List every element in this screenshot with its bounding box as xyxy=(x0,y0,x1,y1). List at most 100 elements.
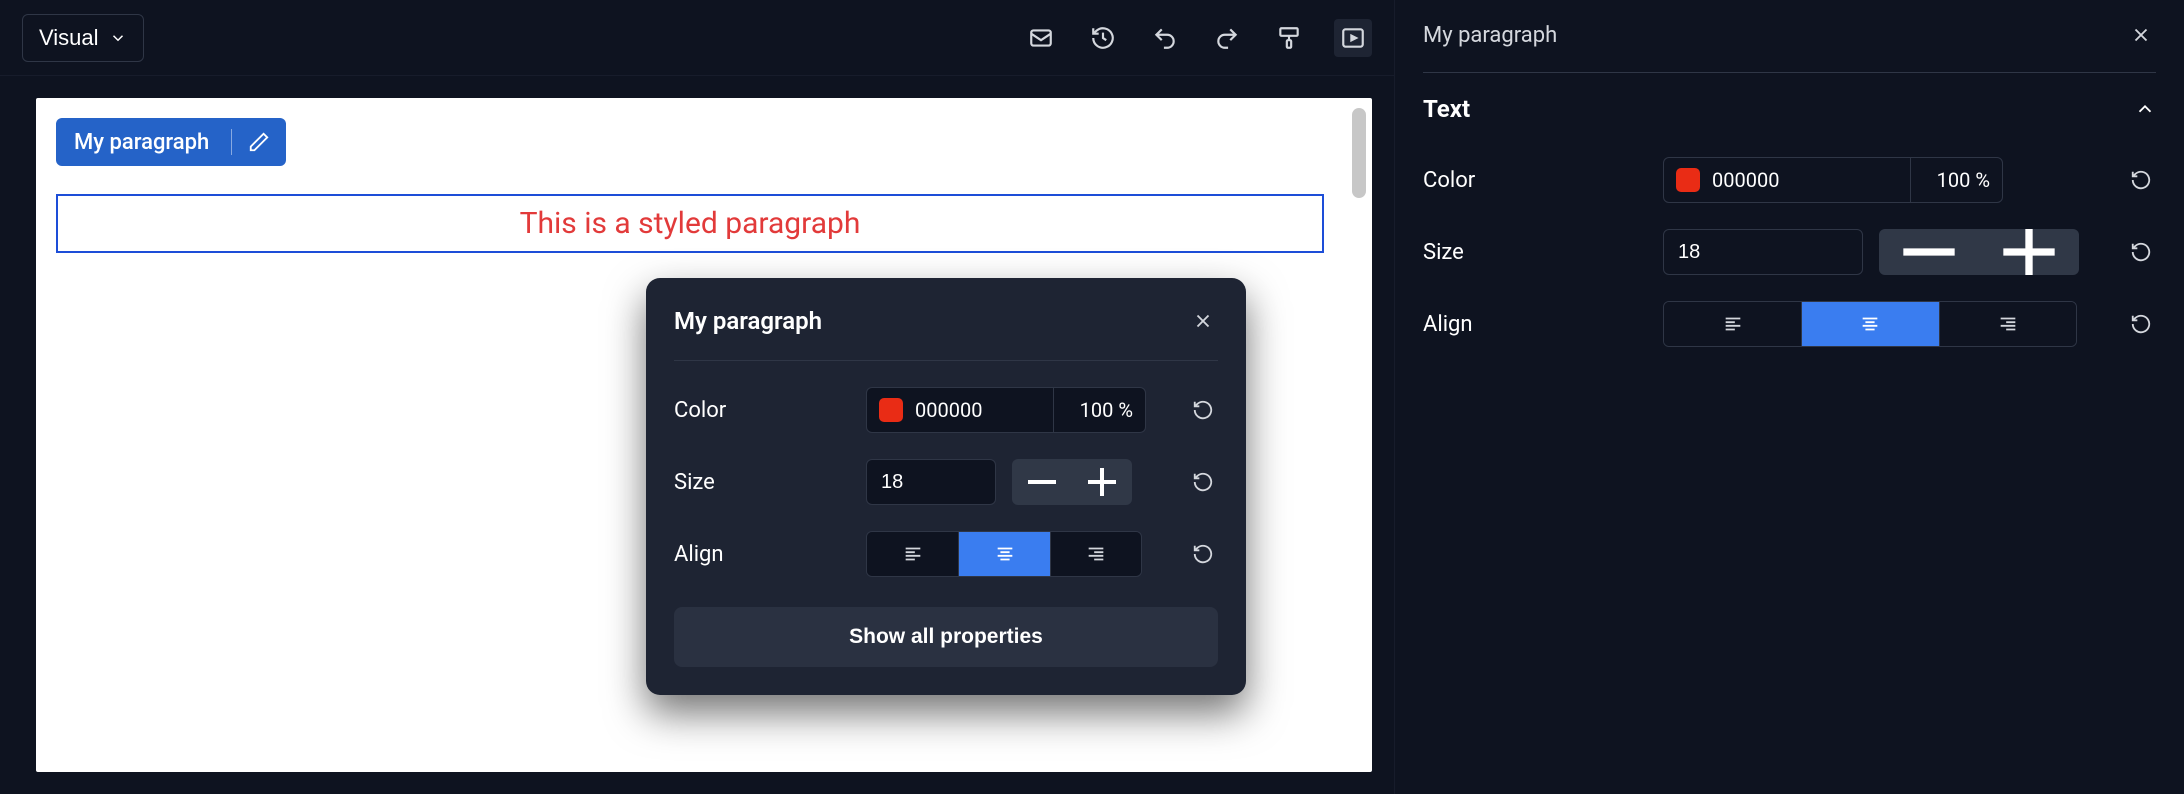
size-stepper xyxy=(1012,459,1132,505)
popover-align-row: Align xyxy=(674,531,1218,577)
undo-icon xyxy=(1152,25,1178,51)
history-icon xyxy=(1090,25,1116,51)
history-button[interactable] xyxy=(1086,21,1120,55)
color-swatch[interactable] xyxy=(879,398,903,422)
properties-sidebar: My paragraph Text Color 000000 100 % Siz… xyxy=(1394,0,2184,794)
reset-icon xyxy=(2130,313,2152,335)
play-icon xyxy=(1340,25,1366,51)
size-label: Size xyxy=(1423,240,1663,265)
size-value[interactable] xyxy=(879,470,983,495)
size-increment-button[interactable] xyxy=(1072,459,1132,505)
close-icon xyxy=(2130,24,2152,46)
align-label: Align xyxy=(674,542,866,567)
align-right-icon xyxy=(1085,543,1107,565)
align-right-button[interactable] xyxy=(1050,532,1141,576)
align-segmented xyxy=(866,531,1142,577)
align-center-button[interactable] xyxy=(958,532,1049,576)
align-reset-button[interactable] xyxy=(2126,309,2156,339)
preview-button[interactable] xyxy=(1334,19,1372,57)
color-field[interactable]: 000000 100 % xyxy=(1663,157,2003,203)
paragraph-text: This is a styled paragraph xyxy=(520,206,861,241)
toolbar-actions xyxy=(1024,19,1372,57)
size-decrement-button[interactable] xyxy=(1012,459,1072,505)
align-left-icon xyxy=(1722,313,1744,335)
redo-icon xyxy=(1214,25,1240,51)
popover-color-row: Color 000000 100 % xyxy=(674,387,1218,433)
color-swatch[interactable] xyxy=(1676,168,1700,192)
sidebar-align-row: Align xyxy=(1423,301,2156,347)
plus-icon xyxy=(1078,459,1126,505)
align-segmented xyxy=(1663,301,2077,347)
editor-pane: Visual xyxy=(0,0,1394,794)
inbox-icon xyxy=(1028,25,1054,51)
view-mode-label: Visual xyxy=(39,25,99,51)
minus-icon xyxy=(1018,459,1066,505)
color-field[interactable]: 000000 100 % xyxy=(866,387,1146,433)
size-increment-button[interactable] xyxy=(1979,229,2079,275)
top-toolbar: Visual xyxy=(0,0,1394,76)
redo-button[interactable] xyxy=(1210,21,1244,55)
sidebar-size-row: Size xyxy=(1423,229,2156,275)
inbox-button[interactable] xyxy=(1024,21,1058,55)
size-reset-button[interactable] xyxy=(2126,237,2156,267)
color-reset-button[interactable] xyxy=(1188,395,1218,425)
size-decrement-button[interactable] xyxy=(1879,229,1979,275)
align-right-button[interactable] xyxy=(1939,302,2076,346)
sidebar-title: My paragraph xyxy=(1423,23,1557,48)
reset-icon xyxy=(1192,399,1214,421)
align-right-icon xyxy=(1997,313,2019,335)
color-reset-button[interactable] xyxy=(2126,165,2156,195)
section-label: Text xyxy=(1423,95,1470,123)
selection-chip-label: My paragraph xyxy=(74,130,209,155)
reset-icon xyxy=(1192,543,1214,565)
reset-icon xyxy=(2130,169,2152,191)
size-value[interactable] xyxy=(1676,240,1850,265)
canvas-scrollbar[interactable] xyxy=(1352,108,1366,198)
size-input[interactable] xyxy=(866,459,996,505)
minus-icon xyxy=(1885,229,1973,275)
align-left-button[interactable] xyxy=(867,532,958,576)
align-reset-button[interactable] xyxy=(1188,539,1218,569)
popover-close-button[interactable] xyxy=(1188,306,1218,336)
properties-popover: My paragraph Color 000000 100 % xyxy=(646,278,1246,695)
section-header[interactable]: Text xyxy=(1423,95,2156,123)
popover-title: My paragraph xyxy=(674,307,822,335)
sidebar-color-row: Color 000000 100 % xyxy=(1423,157,2156,203)
selected-paragraph[interactable]: This is a styled paragraph xyxy=(56,194,1324,253)
paint-icon xyxy=(1276,25,1302,51)
align-label: Align xyxy=(1423,312,1663,337)
plus-icon xyxy=(1985,229,2073,275)
reset-icon xyxy=(2130,241,2152,263)
align-left-button[interactable] xyxy=(1664,302,1801,346)
color-opacity: 100 % xyxy=(1070,398,1133,422)
color-hex: 000000 xyxy=(1712,168,1888,192)
undo-button[interactable] xyxy=(1148,21,1182,55)
design-canvas[interactable]: My paragraph This is a styled paragraph … xyxy=(36,98,1372,772)
color-opacity: 100 % xyxy=(1927,168,1990,192)
close-icon xyxy=(1192,310,1214,332)
chevron-up-icon xyxy=(2134,98,2156,120)
size-label: Size xyxy=(674,470,866,495)
align-center-icon xyxy=(1859,313,1881,335)
size-reset-button[interactable] xyxy=(1188,467,1218,497)
styles-button[interactable] xyxy=(1272,21,1306,55)
color-label: Color xyxy=(674,398,866,423)
selection-chip[interactable]: My paragraph xyxy=(56,118,286,166)
field-divider xyxy=(1910,158,1911,202)
color-hex: 000000 xyxy=(915,398,1031,422)
popover-size-row: Size xyxy=(674,459,1218,505)
color-label: Color xyxy=(1423,168,1663,193)
pencil-icon[interactable] xyxy=(248,131,270,153)
align-left-icon xyxy=(902,543,924,565)
sidebar-header: My paragraph xyxy=(1423,20,2156,73)
reset-icon xyxy=(1192,471,1214,493)
show-all-properties-button[interactable]: Show all properties xyxy=(674,607,1218,667)
sidebar-close-button[interactable] xyxy=(2126,20,2156,50)
align-center-icon xyxy=(994,543,1016,565)
align-center-button[interactable] xyxy=(1801,302,1938,346)
popover-header: My paragraph xyxy=(674,306,1218,361)
size-input[interactable] xyxy=(1663,229,1863,275)
view-mode-dropdown[interactable]: Visual xyxy=(22,14,144,62)
field-divider xyxy=(1053,388,1054,432)
canvas-wrap: My paragraph This is a styled paragraph … xyxy=(0,76,1394,794)
